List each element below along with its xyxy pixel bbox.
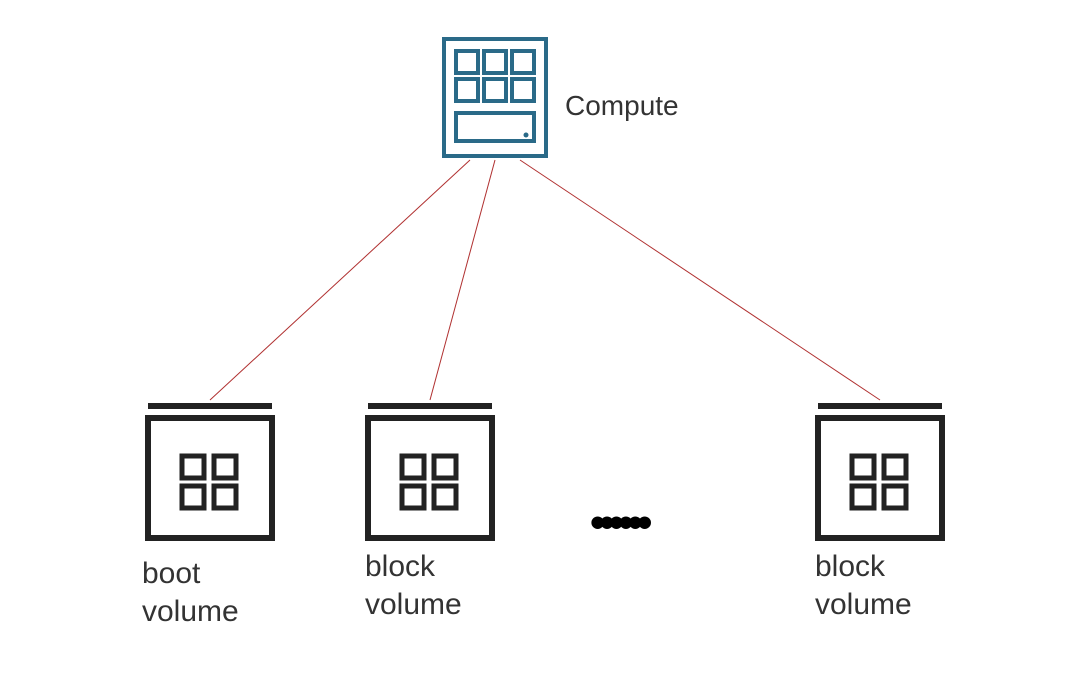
storage-volume-icon bbox=[810, 400, 950, 545]
storage-volume-icon bbox=[360, 400, 500, 545]
storage-volume-icon bbox=[140, 400, 280, 545]
volume-node-boot bbox=[140, 400, 280, 550]
compute-node bbox=[440, 35, 550, 165]
volume-label-boot: boot volume bbox=[142, 555, 239, 630]
label-line: volume bbox=[815, 588, 912, 621]
label-line: block bbox=[365, 550, 435, 583]
ellipsis: •••••• bbox=[590, 498, 646, 548]
label-line: volume bbox=[142, 595, 239, 628]
label-line: block bbox=[815, 550, 885, 583]
compute-label: Compute bbox=[565, 90, 679, 122]
diagram-canvas: Compute boot volume block volume •••••• bbox=[0, 0, 1080, 674]
label-line: boot bbox=[142, 557, 200, 590]
volume-label-block-n: block volume bbox=[815, 548, 912, 623]
compute-server-icon bbox=[440, 35, 550, 160]
volume-node-block-1 bbox=[360, 400, 500, 550]
volume-node-block-n bbox=[810, 400, 950, 550]
label-line: volume bbox=[365, 588, 462, 621]
volume-label-block-1: block volume bbox=[365, 548, 462, 623]
